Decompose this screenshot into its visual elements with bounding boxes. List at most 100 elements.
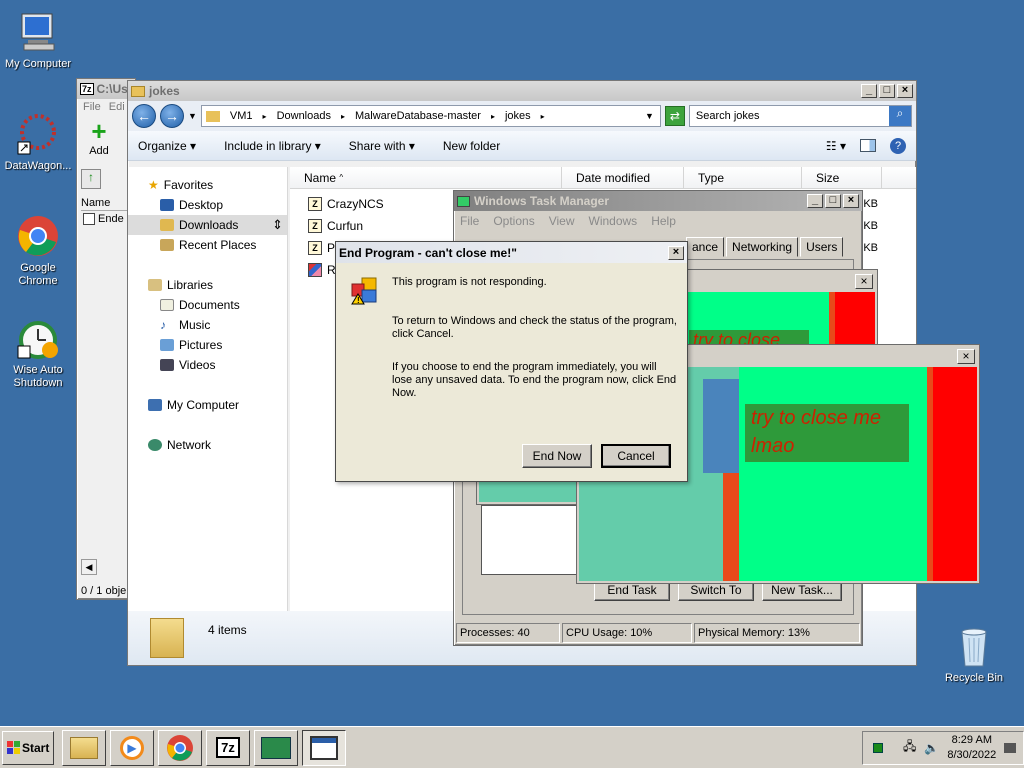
menu-view[interactable]: View (549, 214, 575, 228)
col-type[interactable]: Type (684, 167, 802, 188)
close-button[interactable]: × (957, 349, 975, 364)
back-button[interactable]: ← (132, 104, 156, 128)
clock[interactable]: 8:29 AM 8/30/2022 (947, 733, 996, 763)
preview-pane-icon[interactable] (860, 139, 876, 152)
nav-music[interactable]: ♪ Music (128, 315, 287, 335)
nav-recent-places[interactable]: Recent Places (128, 235, 287, 255)
cancel-button[interactable]: Cancel (601, 444, 671, 468)
sevenzip-menu-file[interactable]: File (83, 101, 101, 113)
search-input[interactable]: Search jokes ⌕ (688, 105, 912, 127)
desktop-icon-recycle-bin[interactable]: Recycle Bin (936, 624, 1012, 685)
include-in-library-button[interactable]: Include in library ▾ (224, 139, 321, 153)
sevenzip-logo-icon: 7z (80, 83, 94, 95)
end-now-button[interactable]: End Now (522, 444, 592, 468)
chrome-icon (16, 214, 60, 258)
tray-green-icon[interactable] (873, 742, 883, 753)
zip-file-icon: Z (308, 219, 322, 233)
breadcrumb-malwaredb[interactable]: MalwareDatabase-master (355, 110, 481, 122)
sevenzip-up-button[interactable]: ↑ (81, 169, 101, 189)
desktop-icon-label: Recycle Bin (944, 672, 1004, 684)
taskbar-task-manager[interactable] (302, 729, 346, 766)
nav-videos[interactable]: Videos (128, 355, 287, 375)
close-button[interactable]: × (897, 84, 913, 98)
breadcrumb-vm1[interactable]: VM1 (230, 110, 253, 122)
desktop-icon (160, 199, 174, 211)
menu-options[interactable]: Options (493, 214, 534, 228)
tab-networking[interactable]: Networking (726, 237, 799, 257)
taskbar-7zip[interactable]: 7z (206, 729, 250, 766)
help-icon[interactable]: ? (890, 137, 906, 154)
nav-favorites[interactable]: ★ Favorites (128, 175, 287, 195)
desktop-icon-wise-auto-shutdown[interactable]: Wise Auto Shutdown (0, 316, 76, 390)
view-options-icon[interactable]: ☷ ▾ (826, 139, 846, 153)
close-button[interactable]: × (843, 194, 859, 208)
recent-places-icon (160, 239, 174, 251)
nav-desktop[interactable]: Desktop (128, 195, 287, 215)
sevenzip-add-button[interactable]: + Add (77, 118, 121, 157)
warning-icon: ! (350, 276, 380, 306)
close-button[interactable]: × (855, 274, 873, 289)
nav-downloads[interactable]: Downloads ⇕ (128, 215, 287, 235)
tab-users[interactable]: Users (800, 237, 844, 257)
nav-documents[interactable]: Documents (128, 295, 287, 315)
nav-my-computer[interactable]: My Computer (128, 395, 287, 415)
breadcrumb-jokes[interactable]: jokes (505, 110, 531, 122)
dialog-titlebar[interactable]: End Program - can't close me!" × (336, 242, 687, 263)
taskbar-media-player[interactable]: ▶ (110, 729, 154, 766)
col-name[interactable]: Name ^ (290, 167, 562, 188)
tray-network-icon[interactable]: 🖧 (903, 737, 916, 758)
network-icon (148, 439, 162, 451)
col-size[interactable]: Size (802, 167, 882, 188)
minimize-button[interactable]: _ (807, 194, 823, 208)
sevenzip-menu-edit[interactable]: Edi (109, 101, 125, 113)
share-with-button[interactable]: Share with ▾ (349, 139, 415, 153)
taskbar-explorer[interactable] (62, 729, 106, 766)
maximize-button[interactable]: □ (825, 194, 841, 208)
nav-libraries[interactable]: Libraries (128, 275, 287, 295)
taskbar-chrome[interactable] (158, 729, 202, 766)
maximize-button[interactable]: □ (879, 84, 895, 98)
end-program-dialog[interactable]: End Program - can't close me!" × ! This … (335, 241, 688, 482)
search-icon[interactable]: ⌕ (889, 106, 911, 126)
forward-button[interactable]: → (160, 104, 184, 128)
taskbar-network-app[interactable] (254, 729, 298, 766)
close-button[interactable]: × (668, 245, 684, 260)
volume-icon[interactable]: 🔈 (924, 741, 939, 755)
taskbar: Start ▶ 7z 🖧 🔈 8:29 AM 8/30/2022 (0, 726, 1024, 768)
star-icon: ★ (148, 178, 159, 192)
task-list-box[interactable] (481, 505, 579, 575)
physical-memory: Physical Memory: 13% (694, 623, 860, 643)
computer-icon (148, 399, 162, 411)
chevron-down-icon[interactable]: ▼ (188, 111, 197, 121)
menu-windows[interactable]: Windows (589, 214, 638, 228)
chrome-icon (167, 734, 193, 761)
menu-help[interactable]: Help (651, 214, 676, 228)
desktop-icon-datawagon[interactable]: DataWagon... (0, 112, 76, 173)
show-desktop-icon[interactable] (1004, 742, 1017, 753)
address-dropdown-icon[interactable]: ▼ (645, 111, 654, 121)
refresh-button[interactable]: ⇄ (664, 106, 685, 126)
breadcrumb-downloads[interactable]: Downloads (277, 110, 331, 122)
col-date-modified[interactable]: Date modified (562, 167, 684, 188)
resize-cursor-icon: ⇕ (272, 217, 283, 232)
explorer-titlebar[interactable]: jokes _ □ × (128, 81, 916, 101)
new-folder-button[interactable]: New folder (443, 139, 500, 153)
computer-icon (16, 10, 60, 54)
task-manager-status: Processes: 40 CPU Usage: 10% Physical Me… (456, 623, 860, 643)
nav-network[interactable]: Network (128, 435, 287, 455)
task-manager-titlebar[interactable]: Windows Task Manager _ □ × (454, 191, 862, 211)
nav-pictures[interactable]: Pictures (128, 335, 287, 355)
organize-button[interactable]: Organize ▾ (138, 139, 196, 153)
address-bar-row: ← → ▼ VM1 ▸ Downloads ▸ MalwareDatabase-ma… (128, 101, 916, 131)
address-box[interactable]: VM1 ▸ Downloads ▸ MalwareDatabase-master ▸ … (200, 105, 661, 127)
sevenzip-scroll-left[interactable]: ◀ (81, 559, 97, 575)
desktop-icon-my-computer[interactable]: My Computer (0, 10, 76, 71)
desktop-icon-label: My Computer (4, 58, 72, 70)
start-button[interactable]: Start (2, 730, 54, 765)
tab-performance[interactable]: ance (686, 237, 725, 257)
minimize-button[interactable]: _ (861, 84, 877, 98)
sevenzip-row[interactable]: Ende (83, 213, 124, 225)
menu-file[interactable]: File (460, 214, 479, 228)
task-manager-tabs: ance Networking Users (686, 237, 844, 257)
desktop-icon-google-chrome[interactable]: Google Chrome (0, 214, 76, 288)
